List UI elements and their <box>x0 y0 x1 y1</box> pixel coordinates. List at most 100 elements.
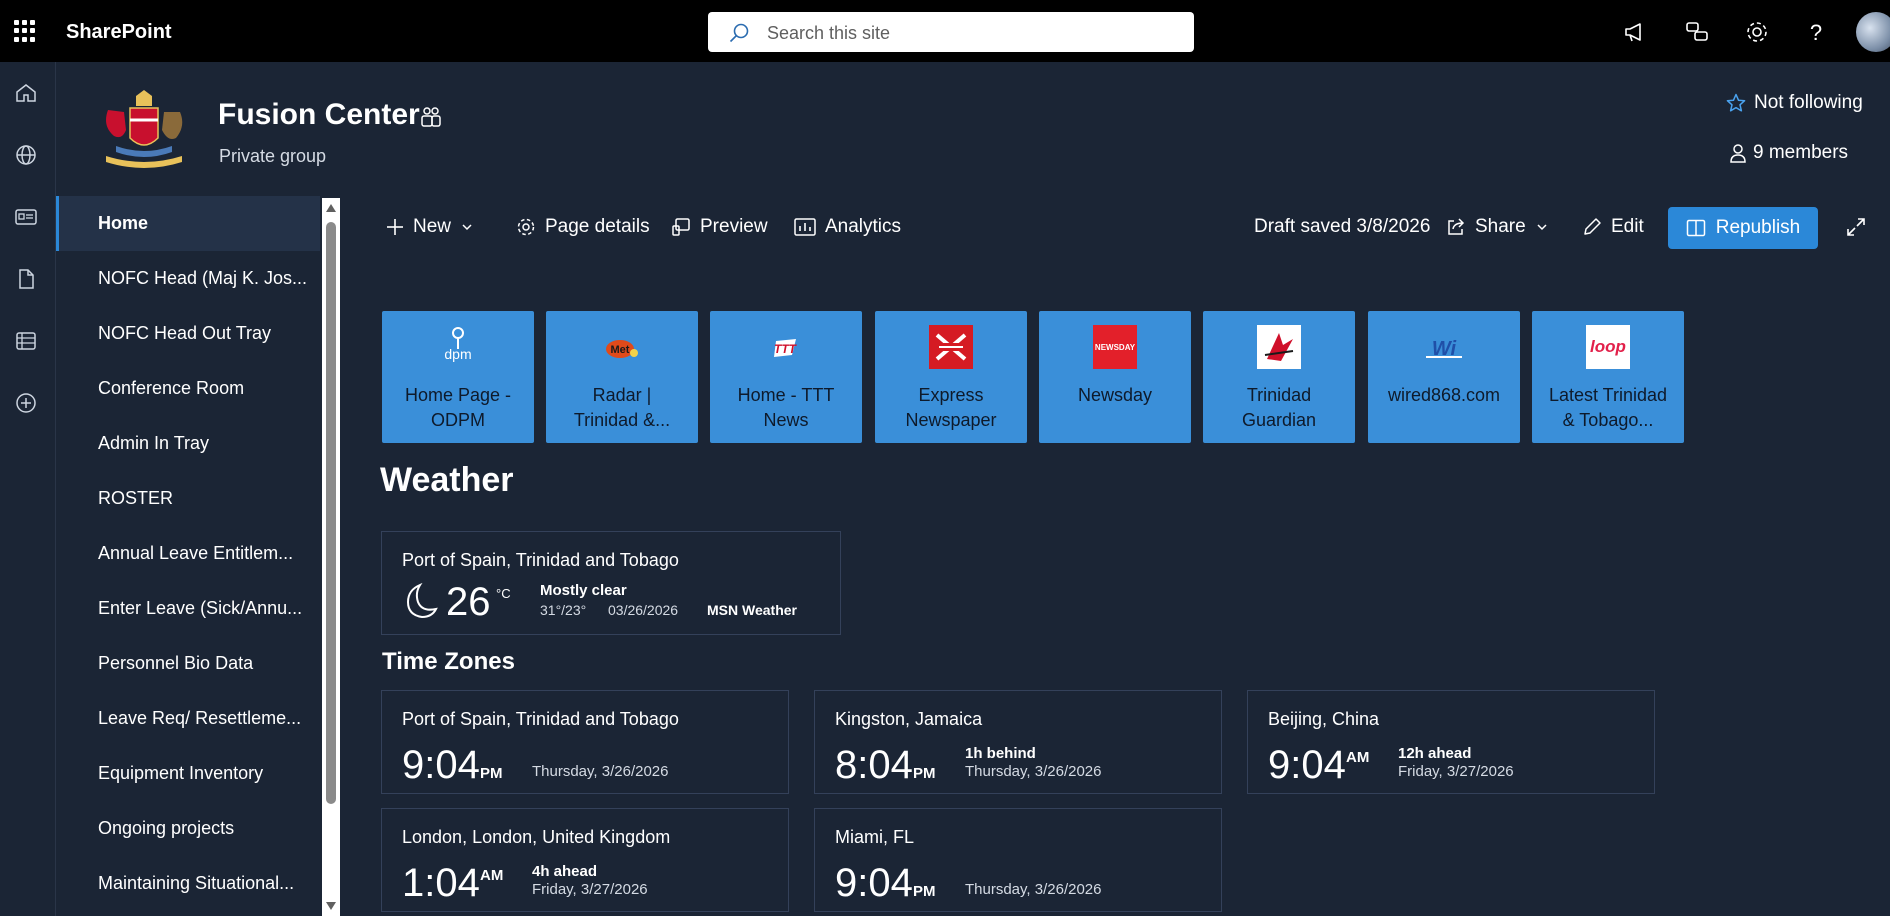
weather-source[interactable]: MSN Weather <box>707 602 797 618</box>
clock-time: 9:04 <box>402 743 480 787</box>
clock-day: Thursday, 3/26/2026 <box>965 881 1102 898</box>
preview-button[interactable]: Preview <box>671 216 768 238</box>
suite-bar: SharePoint Search this site ? <box>0 0 1890 62</box>
nav-item[interactable]: Personnel Bio Data <box>56 636 320 691</box>
gear-icon[interactable] <box>1744 19 1770 45</box>
weather-unit: °C <box>496 586 511 601</box>
timezones-section-title: Time Zones <box>382 648 515 675</box>
scroll-down-arrow[interactable] <box>326 902 336 910</box>
app-name[interactable]: SharePoint <box>66 21 172 44</box>
clock-ampm: PM <box>913 765 936 782</box>
nav-item[interactable]: NOFC Head Out Tray <box>56 306 320 361</box>
follow-label: Not following <box>1754 92 1863 113</box>
odpm-logo: dpm <box>436 325 480 369</box>
group-icon[interactable] <box>420 106 442 128</box>
avatar[interactable] <box>1856 12 1890 52</box>
clock-location: Beijing, China <box>1268 709 1380 729</box>
svg-text:TTT: TTT <box>774 342 798 356</box>
scroll-up-arrow[interactable] <box>326 204 336 212</box>
clock-time: 1:04 <box>402 861 480 905</box>
nav-item[interactable]: Leave Req/ Resettleme... <box>56 691 320 746</box>
share-icon <box>1448 218 1465 235</box>
add-icon[interactable] <box>14 391 38 415</box>
quick-link-line: Newsday <box>1077 385 1153 405</box>
quick-link-line: News <box>763 410 809 430</box>
quick-link-wired868[interactable]: Wi wired868.com <box>1368 311 1520 443</box>
weather-condition: Mostly clear <box>540 582 627 599</box>
moon-icon <box>406 582 438 619</box>
search-box[interactable]: Search this site <box>708 12 1194 52</box>
news-icon[interactable] <box>14 205 38 229</box>
draft-status: Draft saved 3/8/2026 <box>1254 216 1431 237</box>
expand-icon[interactable] <box>1846 217 1866 237</box>
nav-item[interactable]: Enter Leave (Sick/Annu... <box>56 581 320 636</box>
loop-logo: loop <box>1586 325 1630 369</box>
nav-item-home[interactable]: Home <box>56 196 320 251</box>
weather-temperature: 26 <box>446 580 491 624</box>
weather-card[interactable]: Port of Spain, Trinidad and Tobago 26 °C… <box>381 531 841 635</box>
share-button[interactable]: Share <box>1446 216 1549 238</box>
nav-item[interactable]: Maintaining Situational... <box>56 856 320 911</box>
quick-link-line: Express <box>918 385 984 405</box>
analytics-label: Analytics <box>825 216 902 237</box>
quick-link-line: Trinidad &... <box>573 410 671 430</box>
globe-icon[interactable] <box>14 143 38 167</box>
nav-item[interactable]: NOFC Head (Maj K. Jos... <box>56 251 320 306</box>
quick-link-line: wired868.com <box>1387 385 1501 405</box>
quick-link-loop[interactable]: loop Latest Trinidad & Tobago... <box>1532 311 1684 443</box>
quick-link-ttt[interactable]: TTT Home - TTT News <box>710 311 862 443</box>
weather-hi-lo: 31°/23° <box>540 602 587 618</box>
weather-section-title: Weather <box>380 461 514 499</box>
new-button[interactable]: New <box>386 216 474 238</box>
clock-relative: 4h ahead <box>532 863 598 880</box>
quick-link-newsday[interactable]: NEWSDAY Newsday <box>1039 311 1191 443</box>
search-input[interactable]: Search this site <box>767 23 890 44</box>
nav-item[interactable]: Annual Leave Entitlem... <box>56 526 320 581</box>
help-icon[interactable]: ? <box>1803 19 1829 45</box>
quick-link-line: Home Page - <box>404 385 512 405</box>
clock-location: Port of Spain, Trinidad and Tobago <box>402 709 679 729</box>
page-details-button[interactable]: Page details <box>516 216 650 238</box>
home-icon[interactable] <box>14 81 38 105</box>
members-button[interactable]: 9 members <box>1729 142 1848 164</box>
nav-item[interactable]: Conference Room <box>56 361 320 416</box>
nav-scrollbar[interactable] <box>322 198 340 916</box>
quick-link-radar[interactable]: Met Radar | Trinidad &... <box>546 311 698 443</box>
megaphone-icon[interactable] <box>1622 19 1648 45</box>
edit-button[interactable]: Edit <box>1582 216 1644 238</box>
wired868-logo: Wi <box>1426 338 1462 360</box>
clock-day: Friday, 3/27/2026 <box>1398 763 1514 780</box>
nav-item[interactable]: Ongoing projects <box>56 801 320 856</box>
quick-link-odpm[interactable]: dpm Home Page - ODPM <box>382 311 534 443</box>
republish-label: Republish <box>1715 217 1801 238</box>
republish-button[interactable]: Republish <box>1668 207 1818 249</box>
coat-of-arms-logo[interactable] <box>96 90 192 174</box>
ttt-logo: TTT <box>774 339 798 357</box>
svg-text:?: ? <box>1810 20 1822 45</box>
analytics-button[interactable]: Analytics <box>794 216 901 238</box>
chat-icon[interactable] <box>1684 19 1710 45</box>
clock-day: Friday, 3/27/2026 <box>532 881 648 898</box>
nav-item[interactable]: Admin In Tray <box>56 416 320 471</box>
site-header: Fusion Center Private group Not followin… <box>56 62 1890 196</box>
app-launcher-icon[interactable] <box>14 20 36 42</box>
clock-card: Miami, FL 9:04 PM Thursday, 3/26/2026 <box>814 808 1222 912</box>
list-icon[interactable] <box>14 329 38 353</box>
person-icon <box>1730 144 1746 163</box>
scroll-thumb[interactable] <box>326 222 336 804</box>
clock-ampm: AM <box>1346 749 1370 766</box>
nav-item[interactable]: Equipment Inventory <box>56 746 320 801</box>
follow-button[interactable]: Not following <box>1726 92 1863 114</box>
nav-item[interactable]: ROSTER <box>56 471 320 526</box>
quick-link-line: Guardian <box>1241 410 1317 430</box>
new-label: New <box>413 216 452 237</box>
quick-link-express[interactable]: Express Newspaper <box>875 311 1027 443</box>
analytics-icon <box>794 218 816 236</box>
command-bar: New Page details Preview Analytics Draft… <box>340 196 1890 258</box>
page-details-label: Page details <box>545 216 650 237</box>
file-icon[interactable] <box>14 267 38 291</box>
clock-ampm: PM <box>480 765 503 782</box>
quick-link-guardian[interactable]: Trinidad Guardian <box>1203 311 1355 443</box>
clock-time: 8:04 <box>835 743 913 787</box>
star-icon <box>1726 93 1746 112</box>
